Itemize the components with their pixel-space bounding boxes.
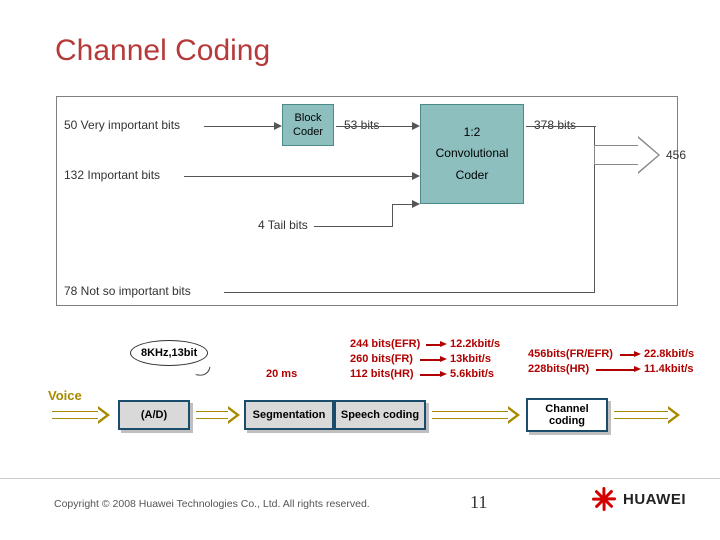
chan-hr-bits: 228bits(HR)	[528, 363, 589, 375]
speech-fr-rate: 13kbit/s	[450, 353, 491, 365]
conv-word1: Convolutional	[436, 146, 509, 162]
conv-ratio: 1:2	[464, 125, 481, 141]
output-arrow-head	[638, 138, 658, 172]
arrowhead-icon	[412, 200, 420, 208]
voice-label: Voice	[48, 388, 82, 403]
arrowhead-icon	[634, 366, 641, 372]
segmentation-block: Segmentation	[244, 400, 334, 430]
slide-title: Channel Coding	[55, 34, 270, 68]
arrowhead-icon	[668, 406, 680, 424]
speech-coding-block: Speech coding	[334, 400, 426, 430]
arrowhead-icon	[412, 122, 420, 130]
footer-divider	[0, 478, 720, 479]
arrow-50-to-block	[204, 126, 276, 127]
speech-efr-rate: 12.2kbit/s	[450, 338, 500, 350]
huawei-flower-icon	[591, 486, 617, 512]
label-78-bits: 78 Not so important bits	[64, 284, 191, 298]
speech-fr-bits: 260 bits(FR)	[350, 353, 413, 365]
copyright-text: Copyright © 2008 Huawei Technologies Co.…	[54, 498, 370, 510]
spc-label: Speech coding	[341, 409, 419, 421]
chc-label: Channel coding	[528, 403, 606, 427]
sampling-bubble: 8KHz,13bit	[130, 340, 208, 366]
convolutional-coder: 1:2 Convolutional Coder	[420, 104, 524, 204]
arrow-block-to-conv	[336, 126, 414, 127]
segmentation-time: 20 ms	[266, 368, 297, 380]
voice-flow-diagram: Voice 8KHz,13bit 20 ms 244 bits(EFR) 12.…	[48, 340, 688, 460]
seg-label: Segmentation	[253, 409, 326, 421]
channel-coding-diagram: 50 Very important bits Block Coder 53 bi…	[54, 96, 666, 310]
output-arrow-body	[594, 145, 640, 165]
chan-frefr-rate: 22.8kbit/s	[644, 348, 694, 360]
bubble-tail-icon	[196, 365, 211, 376]
flow-arrow	[52, 411, 98, 419]
arrowhead-icon	[274, 122, 282, 130]
label-53-bits: 53 bits	[344, 118, 379, 132]
red-arrow	[596, 369, 634, 371]
huawei-wordmark: HUAWEI	[623, 491, 686, 508]
arrowhead-icon	[98, 406, 110, 424]
red-arrow	[420, 374, 440, 376]
ad-converter-block: (A/D)	[118, 400, 190, 430]
speech-hr-bits: 112 bits(HR)	[350, 368, 414, 380]
red-arrow	[426, 344, 440, 346]
block-coder: Block Coder	[282, 104, 334, 146]
arrow-78-h	[224, 292, 594, 293]
arrowhead-icon	[508, 406, 520, 424]
speech-efr-bits: 244 bits(EFR)	[350, 338, 420, 350]
chan-frefr-bits: 456bits(FR/EFR)	[528, 348, 613, 360]
chan-hr-rate: 11.4kbit/s	[644, 363, 694, 375]
flow-arrow	[196, 411, 228, 419]
page-number: 11	[470, 492, 487, 513]
label-tail-bits: 4 Tail bits	[258, 218, 308, 232]
arrow-conv-out	[526, 126, 596, 127]
speech-hr-rate: 5.6kbit/s	[450, 368, 494, 380]
ad-label: (A/D)	[141, 409, 167, 421]
flow-arrow	[614, 411, 668, 419]
red-arrow	[620, 354, 634, 356]
arrowhead-icon	[440, 356, 447, 362]
slide: Channel Coding 50 Very important bits Bl…	[0, 0, 720, 540]
label-456: 456	[666, 148, 686, 162]
label-50-bits: 50 Very important bits	[64, 118, 180, 132]
label-132-bits: 132 Important bits	[64, 168, 160, 182]
arrowhead-icon	[440, 371, 447, 377]
arrow-tail-h	[314, 226, 392, 227]
arrow-132-to-conv	[184, 176, 414, 177]
label-378-bits: 378 bits	[534, 118, 576, 132]
block-coder-label: Block Coder	[283, 111, 333, 140]
red-arrow	[420, 359, 440, 361]
arrow-tail-v	[392, 204, 393, 227]
arrowhead-icon	[440, 341, 447, 347]
conv-word2: Coder	[456, 168, 489, 184]
huawei-logo: HUAWEI	[591, 486, 686, 512]
bubble-text: 8KHz,13bit	[141, 347, 197, 359]
arrowhead-icon	[228, 406, 240, 424]
arrowhead-icon	[634, 351, 641, 357]
arrow-tail-h2	[392, 204, 414, 205]
flow-arrow	[432, 411, 508, 419]
arrowhead-icon	[412, 172, 420, 180]
channel-coding-block: Channel coding	[526, 398, 608, 432]
